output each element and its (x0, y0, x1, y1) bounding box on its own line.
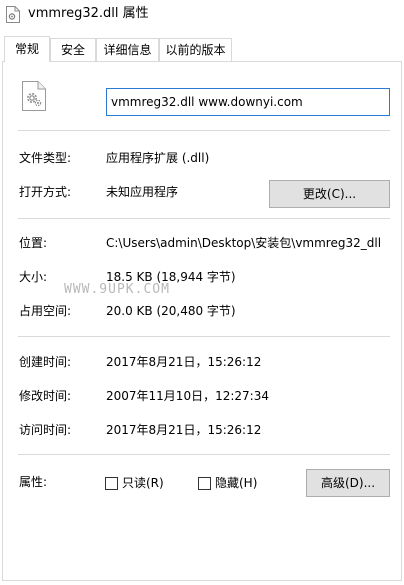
file-name-input[interactable] (106, 88, 390, 116)
size-label: 大小: (19, 270, 48, 284)
readonly-checkbox[interactable] (105, 477, 118, 490)
title-bar: vmmreg32.dll 属性 (0, 0, 404, 30)
open-with-label: 打开方式: (19, 185, 72, 199)
modified-value: 2007年11月10日，12:27:34 (106, 389, 269, 403)
watermark: WWW.9UPK.COM (64, 282, 170, 297)
tab-strip: 常规 安全 详细信息 以前的版本 (0, 36, 404, 62)
tab-security[interactable]: 安全 (50, 38, 96, 61)
size-on-disk-value: 20.0 KB (20,480 字节) (106, 304, 236, 318)
file-type-value: 应用程序扩展 (.dll) (106, 151, 210, 165)
readonly-label[interactable]: 只读(R) (122, 475, 164, 491)
size-on-disk-label: 占用空间: (19, 304, 72, 318)
created-value: 2017年8月21日，15:26:12 (106, 355, 262, 369)
accessed-label: 访问时间: (19, 423, 72, 437)
dll-file-gear-icon (22, 81, 46, 111)
tab-previous-versions[interactable]: 以前的版本 (159, 38, 232, 61)
general-panel (2, 61, 402, 581)
separator (18, 130, 390, 131)
tab-details[interactable]: 详细信息 (96, 38, 159, 61)
properties-window: vmmreg32.dll 属性 常规 安全 详细信息 以前的版本 文件类型: 应… (0, 0, 404, 585)
separator (18, 336, 390, 337)
hidden-label[interactable]: 隐藏(H) (215, 475, 257, 491)
dll-file-icon (6, 6, 20, 23)
separator (18, 454, 390, 455)
separator (18, 218, 390, 219)
accessed-value: 2017年8月21日，15:26:12 (106, 423, 262, 437)
change-button[interactable]: 更改(C)... (269, 180, 390, 208)
file-type-label: 文件类型: (19, 151, 72, 165)
tab-general[interactable]: 常规 (4, 36, 50, 62)
created-label: 创建时间: (19, 355, 72, 369)
hidden-checkbox[interactable] (198, 477, 211, 490)
advanced-button[interactable]: 高级(D)... (306, 469, 390, 497)
window-title: vmmreg32.dll 属性 (28, 6, 149, 21)
open-with-value: 未知应用程序 (106, 185, 179, 199)
location-value: C:\Users\admin\Desktop\安装包\vmmreg32_dll (106, 236, 382, 250)
attributes-label: 属性: (19, 475, 48, 489)
modified-label: 修改时间: (19, 389, 72, 403)
location-label: 位置: (19, 236, 48, 250)
